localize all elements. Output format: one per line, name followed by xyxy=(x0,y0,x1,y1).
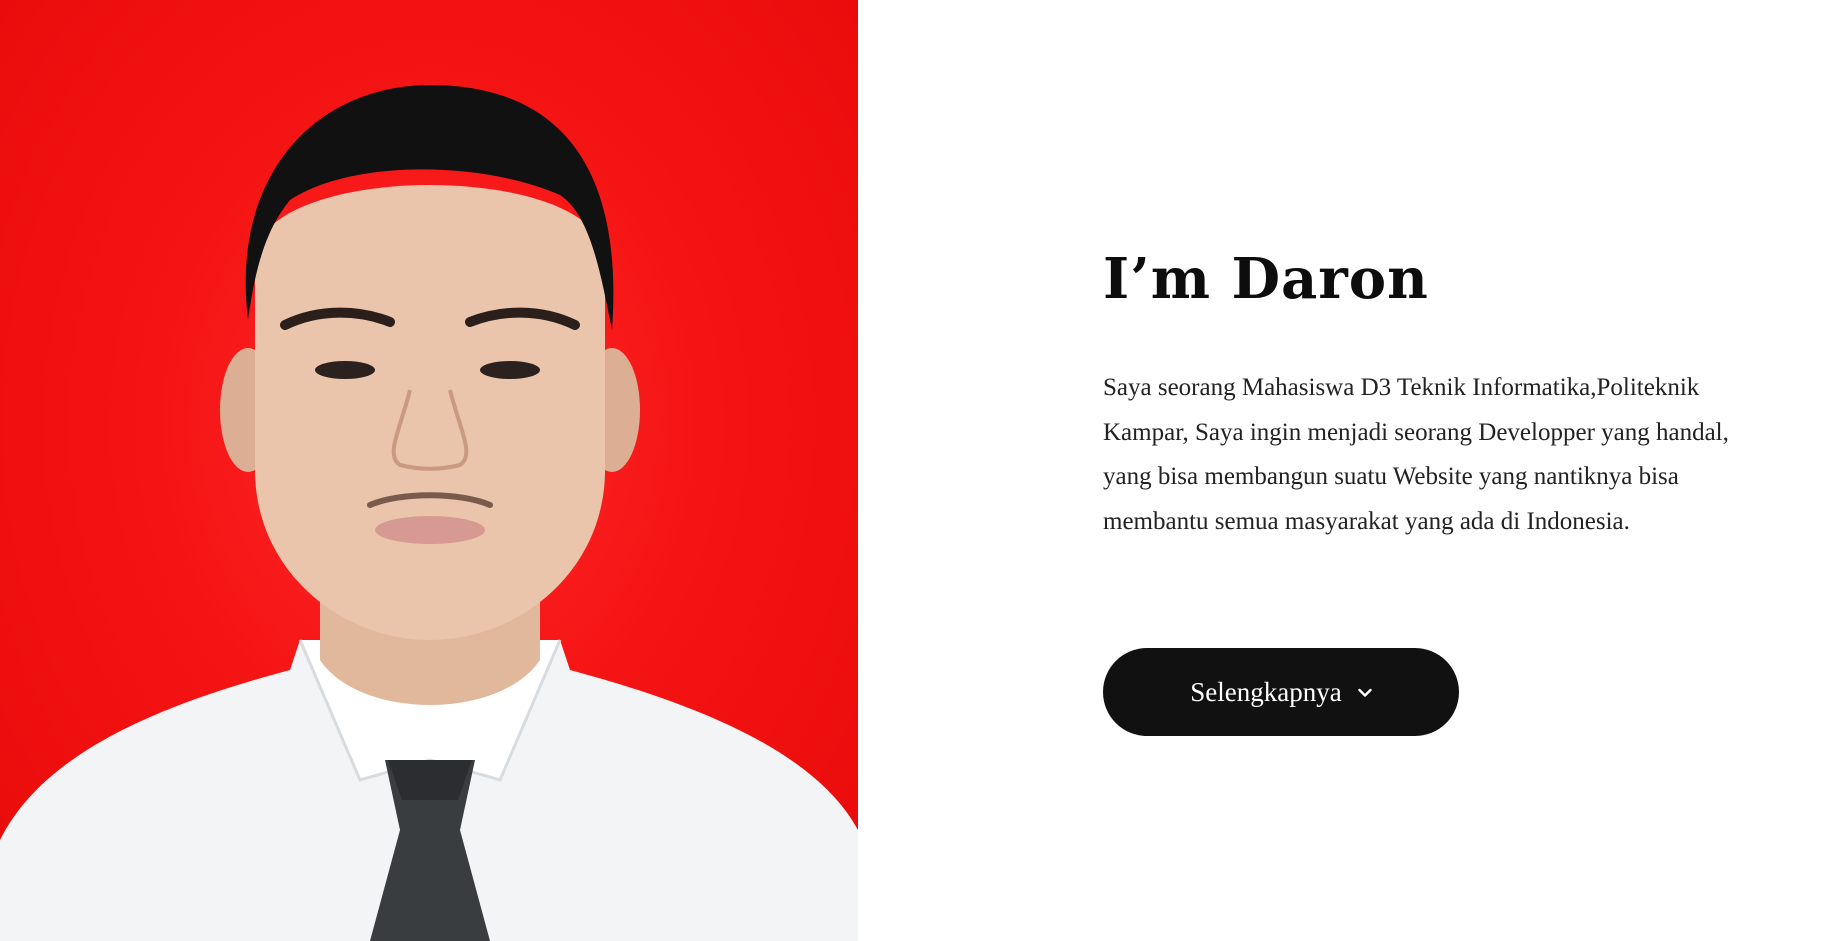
bio-text: Saya seorang Mahasiswa D3 Teknik Informa… xyxy=(1103,374,1729,535)
profile-photo xyxy=(0,0,858,941)
right-eye xyxy=(480,361,540,379)
mouth-shape xyxy=(375,516,485,544)
more-button-label: Selengkapnya xyxy=(1190,676,1342,707)
page-title: I’m Daron xyxy=(1103,246,1429,312)
more-button[interactable]: Selengkapnya xyxy=(1103,648,1459,736)
face-shape xyxy=(255,185,605,640)
chevron-down-icon xyxy=(1358,688,1372,697)
tie-knot xyxy=(388,760,472,800)
left-eye xyxy=(315,361,375,379)
intro-section: I’m Daron Saya seorang Mahasiswa D3 Tekn… xyxy=(858,0,1840,941)
page: I’m Daron Saya seorang Mahasiswa D3 Tekn… xyxy=(0,0,1840,941)
portrait-illustration xyxy=(0,85,858,941)
